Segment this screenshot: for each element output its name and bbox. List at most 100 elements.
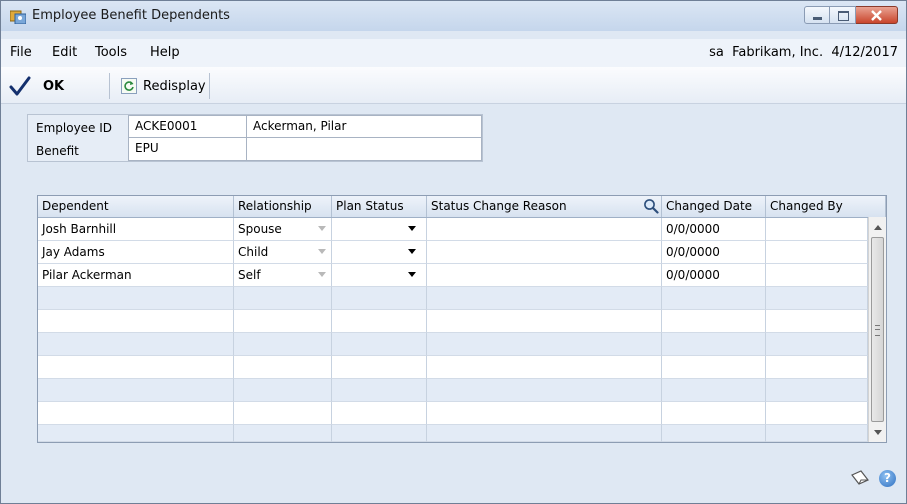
empty-cell[interactable]: [427, 356, 662, 379]
empty-row[interactable]: [38, 356, 868, 379]
empty-cell[interactable]: [234, 379, 332, 402]
empty-cell[interactable]: [332, 287, 427, 310]
note-icon[interactable]: [849, 469, 871, 487]
vertical-scrollbar[interactable]: [868, 217, 886, 442]
empty-cell[interactable]: [38, 402, 234, 425]
empty-cell[interactable]: [766, 287, 868, 310]
changed-by-cell[interactable]: [766, 218, 868, 241]
maximize-button[interactable]: [830, 6, 856, 24]
empty-cell[interactable]: [234, 356, 332, 379]
column-header-changed-by[interactable]: Changed By: [766, 196, 886, 217]
changed-date-cell[interactable]: 0/0/0000: [662, 218, 766, 241]
close-button[interactable]: [856, 6, 898, 24]
empty-row[interactable]: [38, 379, 868, 402]
empty-cell[interactable]: [662, 356, 766, 379]
column-header-plan-status[interactable]: Plan Status: [332, 196, 427, 217]
empty-cell[interactable]: [234, 402, 332, 425]
column-header-changed-date[interactable]: Changed Date: [662, 196, 766, 217]
empty-cell[interactable]: [662, 333, 766, 356]
empty-cell[interactable]: [766, 333, 868, 356]
empty-cell[interactable]: [662, 310, 766, 333]
empty-cell[interactable]: [332, 356, 427, 379]
empty-cell[interactable]: [662, 425, 766, 442]
dependent-cell[interactable]: Josh Barnhill: [38, 218, 234, 241]
empty-cell[interactable]: [332, 333, 427, 356]
empty-cell[interactable]: [38, 310, 234, 333]
column-header-dependent[interactable]: Dependent: [38, 196, 234, 217]
empty-cell[interactable]: [766, 425, 868, 442]
table-row[interactable]: Josh Barnhill Spouse 0/0/0000: [38, 218, 868, 241]
relationship-dropdown[interactable]: Child: [234, 241, 332, 264]
menu-help[interactable]: Help: [150, 45, 180, 60]
employee-id-label: Employee ID: [36, 121, 113, 135]
empty-cell[interactable]: [38, 356, 234, 379]
menu-file[interactable]: File: [10, 45, 32, 60]
plan-status-dropdown[interactable]: [332, 218, 427, 241]
empty-cell[interactable]: [427, 310, 662, 333]
employee-id-field[interactable]: ACKE0001: [128, 115, 247, 138]
scroll-up-button[interactable]: [869, 219, 886, 236]
menu-edit[interactable]: Edit: [52, 45, 77, 60]
table-row[interactable]: Jay Adams Child 0/0/0000: [38, 241, 868, 264]
changed-date-cell[interactable]: 0/0/0000: [662, 264, 766, 287]
plan-status-dropdown[interactable]: [332, 264, 427, 287]
empty-cell[interactable]: [234, 287, 332, 310]
empty-row[interactable]: [38, 310, 868, 333]
plan-status-dropdown[interactable]: [332, 241, 427, 264]
lookup-magnifier-icon[interactable]: [643, 198, 659, 214]
status-change-reason-cell[interactable]: [427, 218, 662, 241]
empty-cell[interactable]: [38, 287, 234, 310]
redisplay-button[interactable]: Redisplay: [121, 74, 206, 98]
relationship-dropdown[interactable]: Spouse: [234, 218, 332, 241]
empty-cell[interactable]: [38, 379, 234, 402]
empty-cell[interactable]: [234, 333, 332, 356]
empty-cell[interactable]: [427, 287, 662, 310]
empty-row[interactable]: [38, 402, 868, 425]
empty-cell[interactable]: [766, 310, 868, 333]
empty-cell[interactable]: [662, 379, 766, 402]
empty-cell[interactable]: [662, 287, 766, 310]
relationship-dropdown[interactable]: Self: [234, 264, 332, 287]
empty-cell[interactable]: [427, 402, 662, 425]
column-header-relationship[interactable]: Relationship: [234, 196, 332, 217]
empty-cell[interactable]: [662, 402, 766, 425]
chevron-down-icon: [408, 226, 416, 231]
empty-cell[interactable]: [427, 425, 662, 442]
empty-cell[interactable]: [332, 402, 427, 425]
empty-cell[interactable]: [766, 356, 868, 379]
empty-cell[interactable]: [234, 310, 332, 333]
scroll-thumb[interactable]: [871, 237, 884, 422]
scroll-down-button[interactable]: [869, 424, 886, 441]
menu-bar: File Edit Tools Help sa Fabrikam, Inc. 4…: [1, 39, 906, 67]
grid-header: Dependent Relationship Plan Status Statu…: [38, 196, 886, 218]
relationship-value: Self: [238, 268, 261, 282]
empty-cell[interactable]: [427, 333, 662, 356]
dependent-cell[interactable]: Pilar Ackerman: [38, 264, 234, 287]
empty-cell[interactable]: [332, 425, 427, 442]
benefit-field[interactable]: EPU: [128, 137, 247, 161]
menu-tools[interactable]: Tools: [95, 45, 127, 60]
changed-date-cell[interactable]: 0/0/0000: [662, 241, 766, 264]
empty-cell[interactable]: [427, 379, 662, 402]
empty-row[interactable]: [38, 287, 868, 310]
empty-cell[interactable]: [766, 402, 868, 425]
empty-cell[interactable]: [332, 310, 427, 333]
refresh-icon: [121, 78, 137, 94]
ok-button[interactable]: OK: [9, 74, 64, 98]
empty-row[interactable]: [38, 425, 868, 442]
changed-by-cell[interactable]: [766, 264, 868, 287]
empty-cell[interactable]: [38, 333, 234, 356]
dependent-cell[interactable]: Jay Adams: [38, 241, 234, 264]
empty-row[interactable]: [38, 333, 868, 356]
status-change-reason-cell[interactable]: [427, 264, 662, 287]
status-change-reason-cell[interactable]: [427, 241, 662, 264]
empty-cell[interactable]: [38, 425, 234, 442]
empty-cell[interactable]: [234, 425, 332, 442]
empty-cell[interactable]: [332, 379, 427, 402]
table-row[interactable]: Pilar Ackerman Self 0/0/0000: [38, 264, 868, 287]
changed-by-cell[interactable]: [766, 241, 868, 264]
column-header-status-change-reason[interactable]: Status Change Reason: [427, 196, 662, 217]
minimize-button[interactable]: [804, 6, 830, 24]
help-icon[interactable]: ?: [879, 469, 896, 487]
empty-cell[interactable]: [766, 379, 868, 402]
